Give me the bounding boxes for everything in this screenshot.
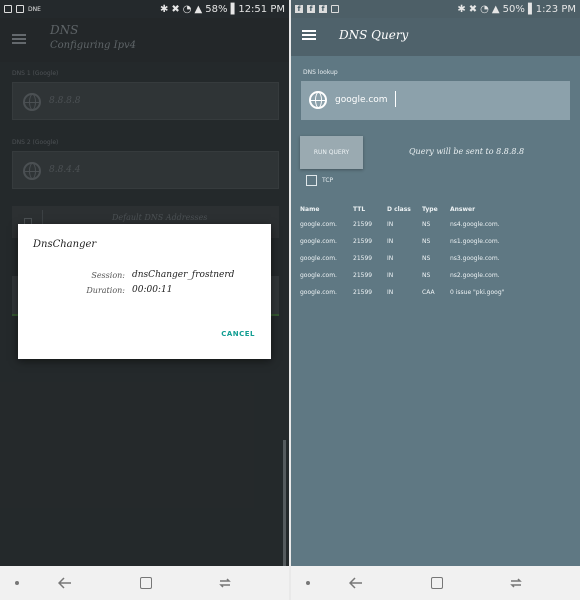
table-row: google.com. 21599 IN NS ns1.google.com. xyxy=(300,233,570,250)
lookup-input[interactable] xyxy=(335,91,555,109)
duration-key: Duration: xyxy=(86,286,125,295)
mute-icon: ✖ xyxy=(468,3,478,15)
table-row: google.com. 21599 IN NS ns3.google.com. xyxy=(300,250,570,267)
key-icon xyxy=(16,5,24,13)
cell-dclass: IN xyxy=(387,221,394,228)
nav-bar xyxy=(291,566,580,600)
home-icon[interactable] xyxy=(140,577,152,589)
lookup-field[interactable] xyxy=(301,81,570,120)
tcp-checkbox[interactable] xyxy=(306,175,317,186)
query-info: Query will be sent to 8.8.8.8 xyxy=(409,147,525,156)
cancel-button[interactable]: CANCEL xyxy=(221,330,255,338)
table-header: Name TTL D class Type Answer xyxy=(300,203,570,216)
table-row: google.com. 21599 IN NS ns2.google.com. xyxy=(300,267,570,284)
bluetooth-icon: ✱ xyxy=(160,3,169,15)
status-right-text: 58% ▌12:51 PM xyxy=(205,3,285,15)
bluetooth-icon: ✱ xyxy=(457,3,466,15)
mute-icon: ✖ xyxy=(171,3,180,15)
facebook-icon: f xyxy=(319,5,327,13)
cell-type: NS xyxy=(422,272,431,279)
session-key: Session: xyxy=(91,271,125,280)
globe-icon xyxy=(309,91,327,109)
header-dclass: D class xyxy=(387,206,411,213)
nav-dot-icon[interactable] xyxy=(15,581,19,585)
facebook-icon: f xyxy=(295,5,303,13)
session-value: dnsChanger_frostnerd xyxy=(132,270,235,280)
cell-answer: ns1.google.com. xyxy=(450,238,500,245)
header-answer: Answer xyxy=(450,206,476,213)
cell-ttl: 21599 xyxy=(353,238,373,245)
app-bar: DNS Query xyxy=(291,18,580,56)
cell-name: google.com. xyxy=(300,289,337,296)
nav-dot-icon[interactable] xyxy=(306,581,310,585)
cell-name: google.com. xyxy=(300,238,337,245)
cell-answer: ns4.google.com. xyxy=(450,221,500,228)
cell-ttl: 21599 xyxy=(353,255,373,262)
cell-dclass: IN xyxy=(387,272,394,279)
right-screen: f f f ✱ ✖ ◔ ▲ 50% ▌1:23 PM DNS Query DNS… xyxy=(291,0,580,600)
app-title: DNS Query xyxy=(339,28,409,42)
cell-type: NS xyxy=(422,238,431,245)
cell-ttl: 21599 xyxy=(353,289,373,296)
dialog-title: DnsChanger xyxy=(33,239,97,250)
cell-name: google.com. xyxy=(300,255,337,262)
signal-icon: ▲ xyxy=(194,3,203,15)
gallery-icon xyxy=(4,5,12,13)
cell-type: NS xyxy=(422,221,431,228)
cell-answer: 0 issue "pki.goog" xyxy=(450,289,505,296)
cell-dclass: IN xyxy=(387,255,394,262)
signal-icon: ▲ xyxy=(491,3,500,15)
status-right-text: 50% ▌1:23 PM xyxy=(502,3,576,15)
cell-type: CAA xyxy=(422,289,435,296)
back-icon[interactable] xyxy=(58,576,72,590)
home-icon[interactable] xyxy=(431,577,443,589)
table-row: google.com. 21599 IN CAA 0 issue "pki.go… xyxy=(300,284,570,301)
menu-icon[interactable] xyxy=(302,30,316,40)
run-query-button[interactable]: RUN QUERY xyxy=(300,136,363,169)
table-row: google.com. 21599 IN NS ns4.google.com. xyxy=(300,216,570,233)
left-screen: DNE ✱ ✖ ◔ ▲ 58% ▌12:51 PM DNS Configurin… xyxy=(0,0,289,600)
duration-value: 00:00:11 xyxy=(132,285,173,295)
lookup-label: DNS lookup xyxy=(303,69,338,76)
scrollbar[interactable] xyxy=(283,440,286,566)
results-table: Name TTL D class Type Answer google.com.… xyxy=(300,203,570,301)
back-icon[interactable] xyxy=(349,576,363,590)
cell-type: NS xyxy=(422,255,431,262)
nav-bar xyxy=(0,566,289,600)
cell-name: google.com. xyxy=(300,272,337,279)
cell-name: google.com. xyxy=(300,221,337,228)
cell-ttl: 21599 xyxy=(353,221,373,228)
facebook-icon: f xyxy=(307,5,315,13)
status-left-text: DNE xyxy=(28,5,41,13)
gallery-icon xyxy=(331,5,339,13)
tcp-label: TCP xyxy=(322,177,334,184)
header-ttl: TTL xyxy=(353,206,366,213)
status-bar: DNE ✱ ✖ ◔ ▲ 58% ▌12:51 PM xyxy=(0,0,289,18)
wifi-icon: ◔ xyxy=(480,3,489,15)
cell-dclass: IN xyxy=(387,238,394,245)
cell-answer: ns3.google.com. xyxy=(450,255,500,262)
status-bar: f f f ✱ ✖ ◔ ▲ 50% ▌1:23 PM xyxy=(291,0,580,18)
wifi-icon: ◔ xyxy=(182,3,192,15)
cell-answer: ns2.google.com. xyxy=(450,272,500,279)
cell-ttl: 21599 xyxy=(353,272,373,279)
header-type: Type xyxy=(422,206,438,213)
recents-icon[interactable] xyxy=(218,576,232,590)
recents-icon[interactable] xyxy=(509,576,523,590)
header-name: Name xyxy=(300,206,320,213)
cell-dclass: IN xyxy=(387,289,394,296)
text-cursor xyxy=(395,91,396,107)
session-dialog: DnsChanger Session: dnsChanger_frostnerd… xyxy=(18,224,271,359)
